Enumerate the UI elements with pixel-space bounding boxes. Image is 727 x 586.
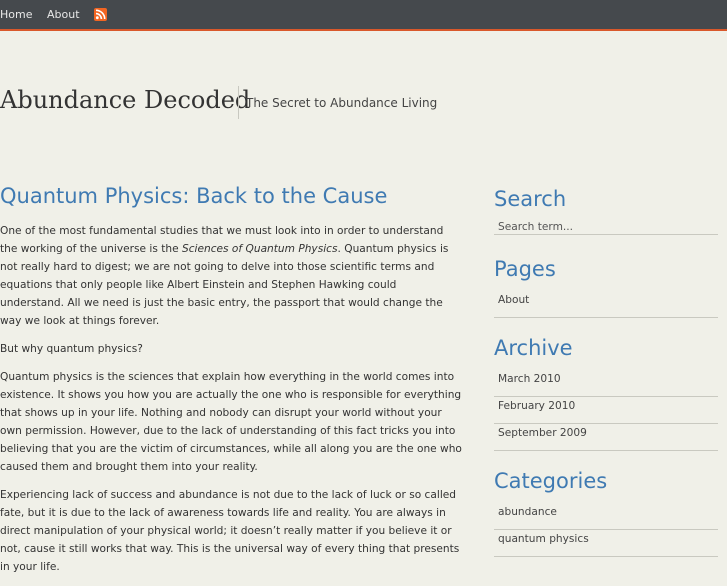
post-paragraph-3: Quantum physics is the sciences that exp… [0, 371, 462, 473]
post-paragraph-4: Experiencing lack of success and abundan… [0, 489, 460, 573]
post-title[interactable]: Quantum Physics: Back to the Cause [0, 184, 387, 208]
title-divider [238, 86, 239, 119]
post-paragraph-1-end: . Quantum physics is not really hard to … [0, 243, 449, 327]
post-paragraph-1: One of the most fundamental studies that… [0, 222, 462, 330]
nav-link-about[interactable]: About [47, 8, 80, 21]
top-navigation-bar: Home About [0, 0, 727, 31]
sidebar-item-page-about[interactable]: About [494, 292, 718, 318]
search-widget-title: Search [494, 187, 567, 211]
pages-widget-title: Pages [494, 257, 556, 281]
post-body: One of the most fundamental studies that… [0, 222, 462, 586]
post-paragraph-2: But why quantum physics? [0, 343, 143, 355]
post-emphasis: Sciences of Quantum Physics [181, 243, 338, 255]
sidebar-item-category-quantum-physics[interactable]: quantum physics [494, 531, 718, 557]
nav-link-home[interactable]: Home [0, 8, 32, 21]
sidebar-item-archive-march-2010[interactable]: March 2010 [494, 371, 718, 397]
sidebar-item-archive-september-2009[interactable]: September 2009 [494, 425, 718, 451]
archive-widget-title: Archive [494, 336, 573, 360]
site-title[interactable]: Abundance Decoded [0, 86, 250, 114]
site-tagline: The Secret to Abundance Living [246, 96, 438, 110]
search-input[interactable] [494, 219, 718, 235]
categories-widget-title: Categories [494, 469, 608, 493]
sidebar-item-archive-february-2010[interactable]: February 2010 [494, 398, 718, 424]
rss-feed-icon[interactable] [94, 8, 107, 21]
sidebar-item-category-abundance[interactable]: abundance [494, 504, 718, 530]
